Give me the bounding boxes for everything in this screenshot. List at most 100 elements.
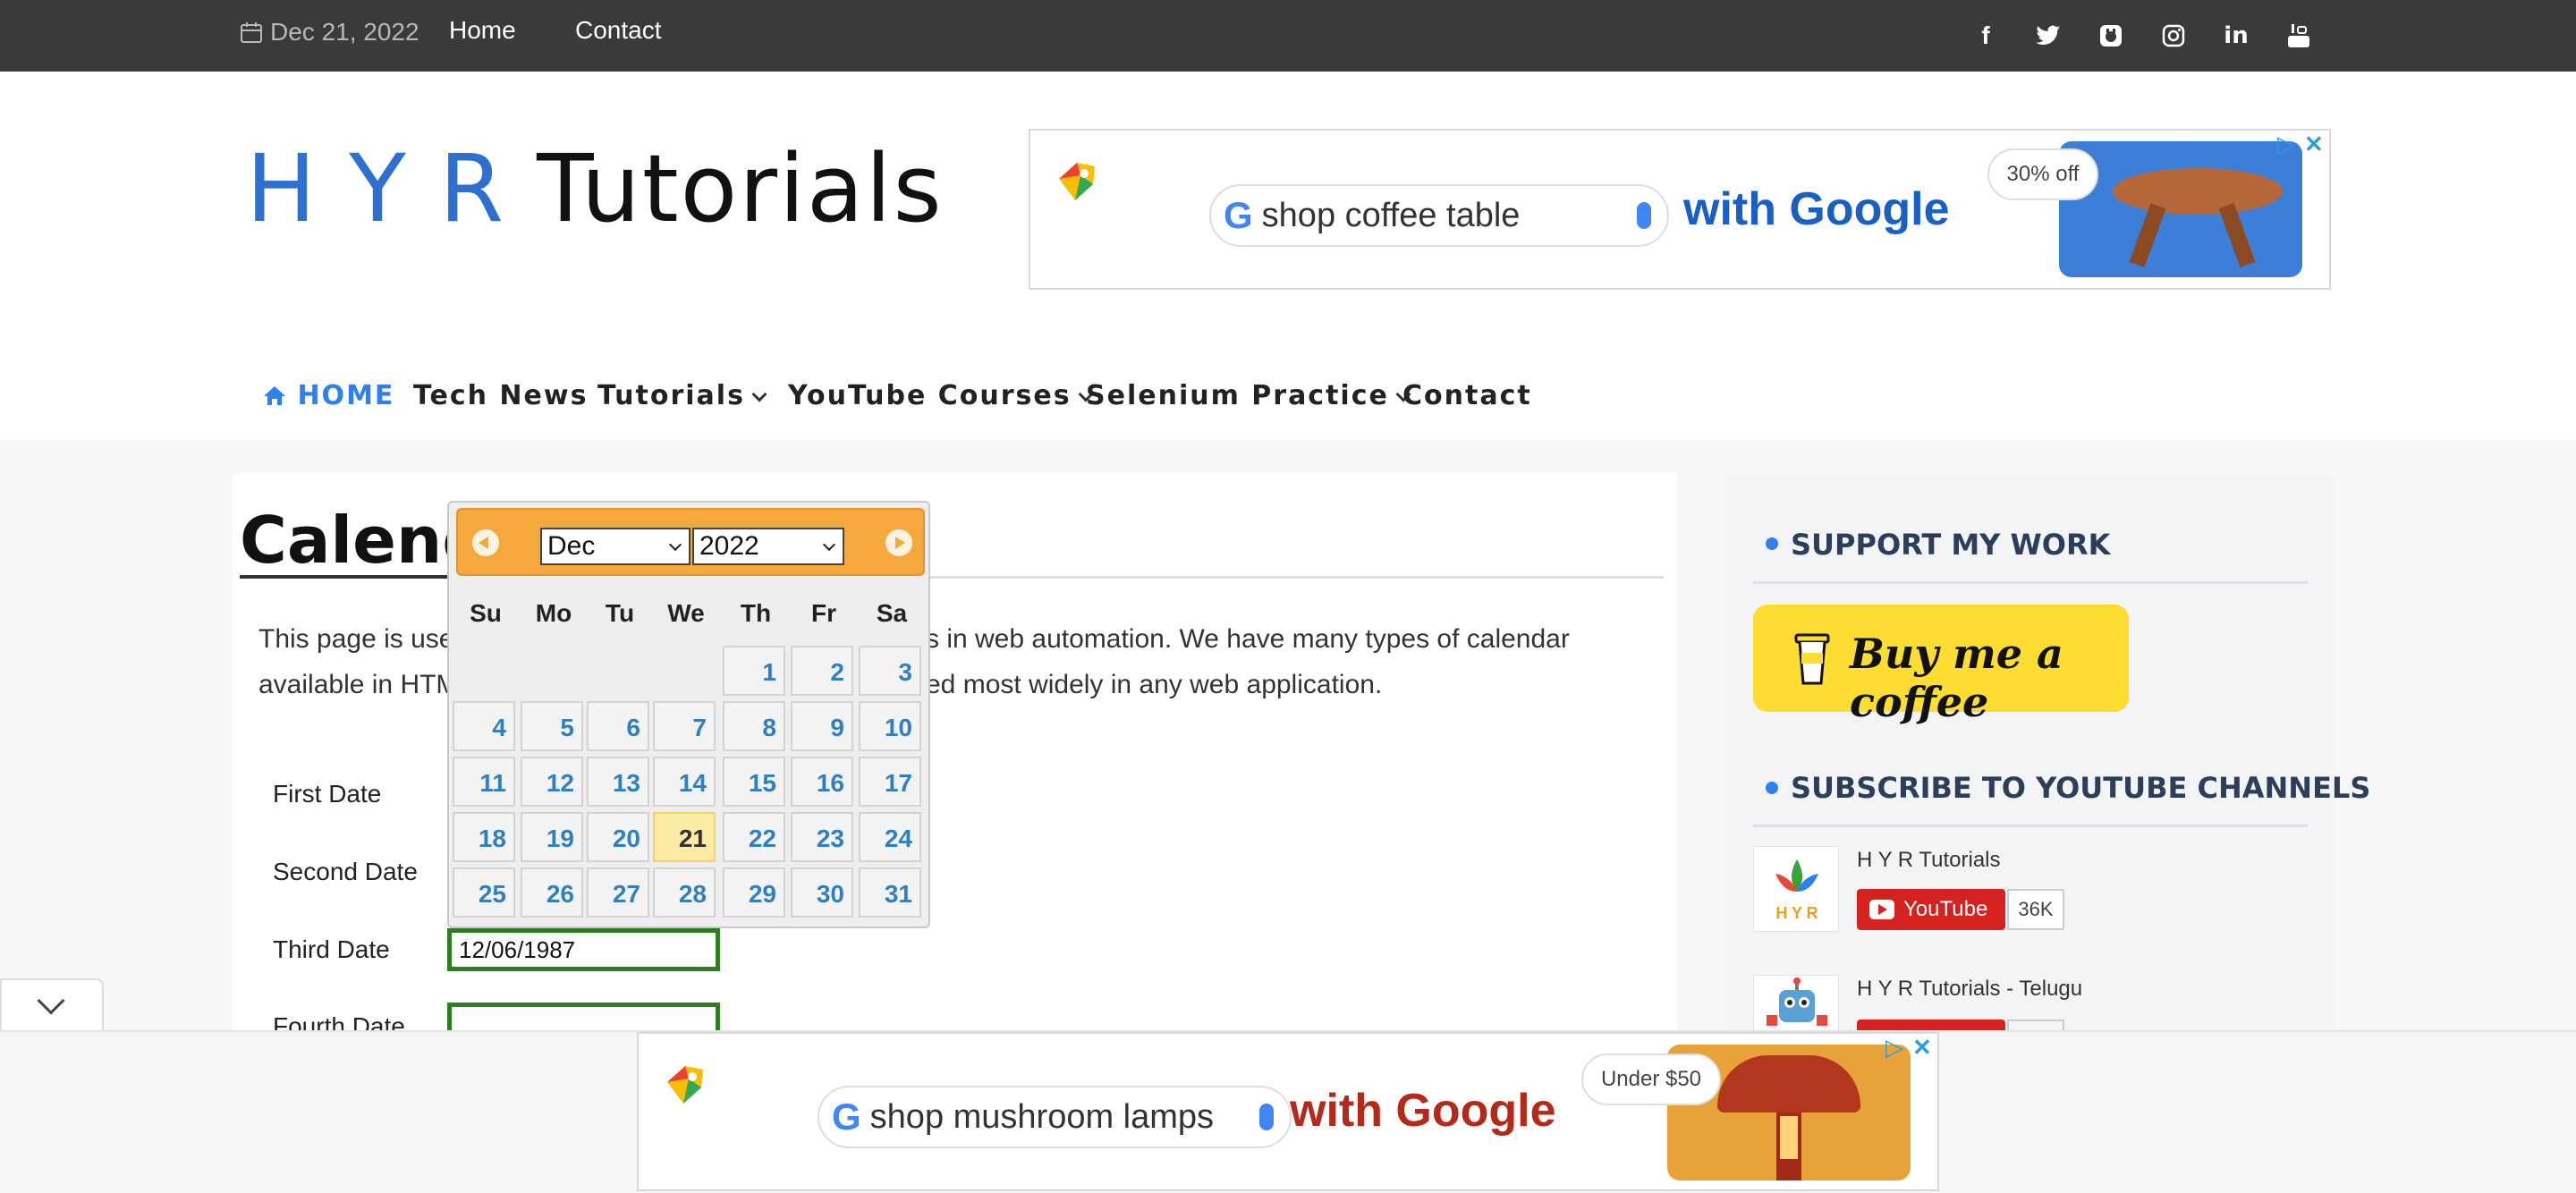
nav-home[interactable]: HOME <box>263 380 394 411</box>
calendar-day[interactable]: 8 <box>723 701 785 751</box>
calendar-day[interactable]: 19 <box>521 812 583 862</box>
weekday-header: Tu <box>605 599 635 627</box>
intro-line1-end: s in web automation. We have many types … <box>926 624 1570 654</box>
chevron-down-icon <box>37 986 65 1015</box>
nav-selenium-practice-label: Selenium Practice <box>1086 380 1389 411</box>
calendar-day[interactable]: 27 <box>587 867 649 918</box>
ad-search-pill: G shop coffee table <box>1209 184 1669 247</box>
support-heading: SUPPORT MY WORK <box>1791 528 2111 562</box>
channel-name[interactable]: H Y R Tutorials - Telugu <box>1857 977 2082 1002</box>
calendar-day[interactable]: 31 <box>859 867 921 918</box>
next-month-icon[interactable] <box>886 529 912 556</box>
subscribe-heading: SUBSCRIBE TO YOUTUBE CHANNELS <box>1791 771 2371 805</box>
calendar-day[interactable]: 23 <box>791 812 853 862</box>
google-g-icon: G <box>832 1096 861 1138</box>
bottom-ad[interactable]: G shop mushroom lamps with Google Under … <box>637 1032 1939 1191</box>
calendar-day[interactable]: 5 <box>521 701 583 751</box>
logo-part2: Tutorials <box>537 134 944 243</box>
github-icon[interactable] <box>2095 20 2127 52</box>
calendar-day[interactable]: 15 <box>723 757 785 807</box>
calendar-day[interactable]: 24 <box>859 812 921 862</box>
calendar-day[interactable]: 7 <box>653 701 716 751</box>
nav-selenium-practice[interactable]: Selenium Practice <box>1086 380 1411 411</box>
intro-line2-start: available in HTM <box>258 670 459 699</box>
month-select[interactable]: Dec <box>540 528 691 565</box>
calendar-day[interactable]: 13 <box>587 757 649 807</box>
third-date-input[interactable]: 12/06/1987 <box>447 928 720 971</box>
nav-youtube-courses[interactable]: YouTube Courses <box>788 380 1094 411</box>
channel-logo-hyr[interactable]: H Y R <box>1753 846 1839 932</box>
intro-line2-end: ed most widely in any web application. <box>926 670 1383 699</box>
home-icon <box>264 386 285 405</box>
ad-query: shop mushroom lamps <box>869 1097 1215 1136</box>
youtube-subscribe-button[interactable] <box>1857 1020 2005 1030</box>
calendar-day[interactable]: 30 <box>791 867 853 918</box>
calendar-day[interactable]: 6 <box>587 701 649 751</box>
nav-tech-news[interactable]: Tech News <box>413 380 588 411</box>
datepicker: Dec 2022 Su Mo Tu We Th Fr Sa 1 2 3 4 5 6 7 8 9 10 11 12 1… <box>447 501 930 928</box>
weekday-header: Mo <box>535 599 572 627</box>
channel-logo-telugu[interactable] <box>1753 975 1839 1030</box>
calendar-day[interactable]: 26 <box>521 867 583 918</box>
prev-month-icon[interactable] <box>472 529 499 556</box>
microphone-icon <box>1259 1104 1274 1130</box>
fourth-date-label: Fourth Date <box>273 1012 405 1030</box>
calendar-day[interactable]: 20 <box>587 812 649 862</box>
calendar-day[interactable]: 22 <box>723 812 785 862</box>
weekday-header: We <box>667 599 705 627</box>
calendar-day[interactable]: 16 <box>791 757 853 807</box>
subscriber-count: 36K <box>2007 889 2064 930</box>
channel-name[interactable]: H Y R Tutorials <box>1857 848 2001 873</box>
calendar-day[interactable]: 4 <box>453 701 515 751</box>
third-date-label: Third Date <box>273 935 390 963</box>
calendar-day[interactable]: 18 <box>453 812 515 862</box>
calendar-day[interactable]: 11 <box>453 757 515 807</box>
youtube-icon[interactable] <box>2283 20 2315 52</box>
year-select-value: 2022 <box>699 531 759 561</box>
heading-dot <box>1766 782 1778 794</box>
calendar-day[interactable]: 10 <box>859 701 921 751</box>
linkedin-icon[interactable]: in <box>2220 20 2252 52</box>
heading-dot <box>1766 537 1778 550</box>
buy-me-a-coffee-button[interactable]: Buy me a coffee <box>1753 605 2129 726</box>
site-logo[interactable]: H Y R Tutorials <box>246 134 944 243</box>
collapse-ad-button[interactable] <box>0 978 104 1030</box>
calendar-day[interactable]: 1 <box>723 646 785 696</box>
datepicker-header: Dec 2022 <box>456 508 925 576</box>
facebook-icon[interactable]: f <box>1970 20 2002 52</box>
close-ad-icon[interactable]: ✕ <box>1912 1034 1932 1062</box>
weekday-header: Fr <box>811 599 836 627</box>
calendar-day[interactable]: 17 <box>859 757 921 807</box>
adchoices-icon[interactable]: ▷ <box>2277 131 2295 158</box>
calendar-day[interactable]: 28 <box>653 867 716 918</box>
year-select[interactable]: 2022 <box>692 528 844 565</box>
twitter-icon[interactable] <box>2032 20 2064 52</box>
calendar-day[interactable]: 2 <box>791 646 853 696</box>
top-ad[interactable]: G shop coffee table with Google 30% off … <box>1029 129 2331 290</box>
calendar-day[interactable]: 3 <box>859 646 921 696</box>
calendar-day[interactable]: 25 <box>453 867 515 918</box>
adchoices-icon[interactable]: ▷ <box>1885 1034 1903 1062</box>
instagram-icon[interactable] <box>2157 20 2190 52</box>
calendar-day[interactable]: 14 <box>653 757 716 807</box>
youtube-subscribe-button[interactable]: YouTube <box>1857 889 2005 930</box>
calendar-icon <box>241 22 262 43</box>
nav-contact[interactable]: Contact <box>1402 380 1532 411</box>
calendar-day[interactable]: 9 <box>791 701 853 751</box>
calendar-day[interactable]: 12 <box>521 757 583 807</box>
calendar-day-today[interactable]: 21 <box>653 812 716 862</box>
chevron-down-icon <box>668 537 682 552</box>
fourth-date-input[interactable] <box>447 1003 720 1030</box>
nav-tutorials[interactable]: Tutorials <box>597 380 767 411</box>
ad-badge: 30% off <box>1987 148 2098 200</box>
first-date-label: First Date <box>273 780 382 808</box>
svg-text:H Y R: H Y R <box>1775 904 1818 922</box>
topnav-contact[interactable]: Contact <box>575 16 662 45</box>
bmc-label: Buy me a coffee <box>1850 630 2063 726</box>
calendar-day[interactable]: 29 <box>723 867 785 918</box>
close-ad-icon[interactable]: ✕ <box>2304 131 2324 158</box>
ad-badge: Under $50 <box>1581 1053 1721 1105</box>
month-select-value: Dec <box>547 531 596 561</box>
topnav-home[interactable]: Home <box>449 16 516 45</box>
nav-youtube-courses-label: YouTube Courses <box>788 380 1072 411</box>
